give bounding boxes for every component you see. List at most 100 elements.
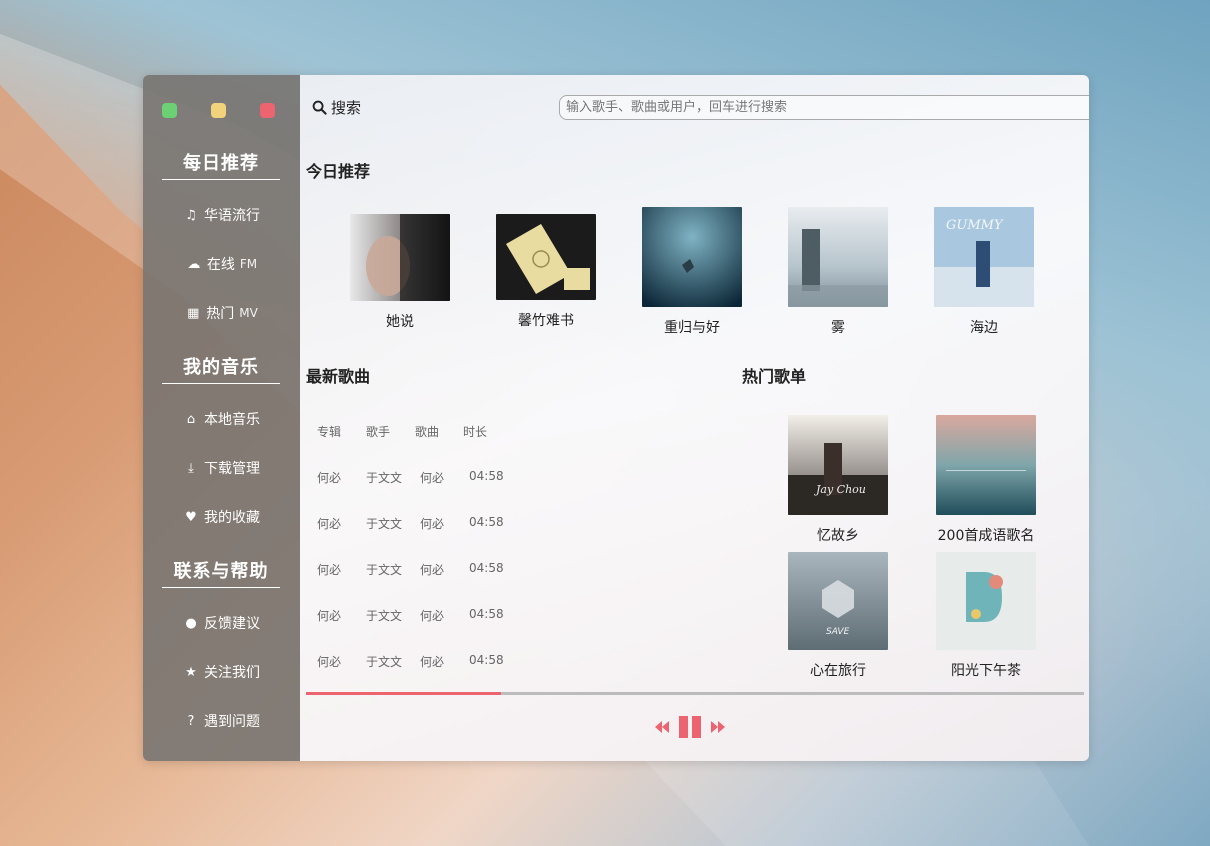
cell-artist: 于文文 [366, 609, 403, 623]
cell-artist: 于文文 [366, 517, 403, 531]
album-cover [642, 207, 742, 307]
sidebar-item-suffix: MV [239, 306, 258, 320]
music-app-window: 每日推荐 ♫ 华语流行 ☁ 在线 FM ▦ 热门 MV 我的音乐 ⌂ 本地音乐 … [143, 75, 1089, 761]
search-label-text: 搜索 [331, 99, 362, 117]
cell-album: 何必 [317, 471, 342, 485]
window-controls [162, 103, 275, 118]
player-controls [655, 716, 725, 738]
album-card[interactable]: GUMMY 海边 [934, 207, 1034, 337]
main-content: 搜索 今日推荐 她说 馨竹难书 [300, 75, 1089, 761]
playlist-name: 200首成语歌名 [937, 528, 1035, 544]
sidebar-item-label: 反馈建议 [204, 616, 260, 632]
comment-icon: ● [185, 615, 197, 631]
sidebar-item-online-fm[interactable]: ☁ 在线 FM [143, 254, 300, 274]
rewind-icon[interactable] [655, 721, 669, 733]
minimize-button[interactable] [211, 103, 226, 118]
sidebar-item-feedback[interactable]: ● 反馈建议 [143, 613, 300, 633]
sidebar-item-local-music[interactable]: ⌂ 本地音乐 [143, 409, 300, 429]
album-cover: GUMMY [934, 207, 1034, 307]
sidebar-item-label: 我的收藏 [204, 510, 260, 526]
cell-album: 何必 [317, 609, 342, 623]
fast-forward-icon[interactable] [711, 721, 725, 733]
cell-song: 何必 [420, 655, 445, 669]
cell-song: 何必 [420, 471, 445, 485]
sidebar-item-problems[interactable]: ? 遇到问题 [143, 711, 300, 731]
search-icon [312, 100, 327, 115]
cell-song: 何必 [420, 563, 445, 577]
heart-icon: ♥ [185, 509, 197, 525]
sidebar-item-downloads[interactable]: ⤓ 下载管理 [143, 458, 300, 478]
playlist-cover: SAVE [788, 552, 888, 650]
playback-progress-fill [306, 692, 501, 695]
album-name: 重归与好 [664, 320, 720, 336]
album-name: 馨竹难书 [518, 313, 574, 329]
sidebar: 每日推荐 ♫ 华语流行 ☁ 在线 FM ▦ 热门 MV 我的音乐 ⌂ 本地音乐 … [143, 75, 300, 761]
sidebar-item-hot-mv[interactable]: ▦ 热门 MV [143, 303, 300, 323]
section-title-my-music: 我的音乐 [162, 353, 280, 384]
hot-playlists-title: 热门歌单 [742, 367, 807, 386]
playlist-name: 忆故乡 [817, 528, 859, 544]
cell-duration: 04:58 [469, 653, 504, 667]
album-cover [350, 214, 450, 301]
playlist-card[interactable]: SAVE 心在旅行 [788, 552, 888, 680]
album-name: 她说 [386, 314, 414, 330]
svg-text:SAVE: SAVE [826, 627, 850, 637]
album-card[interactable]: 雾 [788, 207, 888, 337]
playlist-name: 阳光下午茶 [951, 663, 1021, 679]
album-card[interactable]: 重归与好 [642, 207, 742, 337]
section-title-daily: 每日推荐 [162, 149, 280, 180]
playlist-card[interactable]: 阳光下午茶 [936, 552, 1036, 680]
search-label[interactable]: 搜索 [312, 97, 361, 118]
cell-duration: 04:58 [469, 515, 504, 529]
sidebar-item-suffix: FM [239, 257, 258, 271]
playlist-cover [936, 552, 1036, 650]
playback-progress-bar[interactable] [306, 692, 1084, 695]
sidebar-item-favorites[interactable]: ♥ 我的收藏 [143, 507, 300, 527]
today-recommend-title: 今日推荐 [306, 162, 371, 181]
cloud-icon: ☁ [187, 256, 201, 272]
album-name: 雾 [831, 320, 845, 336]
sidebar-item-label: 在线 [206, 257, 235, 273]
download-icon: ⤓ [188, 460, 194, 476]
star-icon: ★ [185, 664, 197, 680]
cell-album: 何必 [317, 655, 342, 669]
album-card[interactable]: 她说 [350, 214, 450, 331]
cell-duration: 04:58 [469, 469, 504, 483]
column-header: 专辑 [317, 425, 342, 439]
sidebar-item-label: 华语流行 [204, 208, 260, 224]
column-header: 歌手 [366, 425, 391, 439]
cell-song: 何必 [420, 517, 445, 531]
cell-duration: 04:58 [469, 561, 504, 575]
svg-text:GUMMY: GUMMY [946, 218, 1004, 233]
sidebar-item-label: 遇到问题 [204, 714, 260, 730]
column-header: 歌曲 [415, 425, 440, 439]
cell-song: 何必 [420, 609, 445, 623]
film-icon: ▦ [187, 305, 200, 321]
sidebar-item-label: 本地音乐 [204, 412, 260, 428]
column-header: 时长 [463, 425, 488, 439]
album-card[interactable]: 馨竹难书 [496, 214, 596, 330]
section-title-help: 联系与帮助 [162, 557, 280, 588]
music-note-icon: ♫ [185, 207, 197, 223]
cell-artist: 于文文 [366, 471, 403, 485]
sidebar-item-follow-us[interactable]: ★ 关注我们 [143, 662, 300, 682]
cell-artist: 于文文 [366, 563, 403, 577]
album-cover [788, 207, 888, 307]
playlist-cover [936, 415, 1036, 515]
svg-text:Jay Chou: Jay Chou [814, 483, 866, 496]
cell-album: 何必 [317, 563, 342, 577]
question-icon: ? [187, 713, 195, 729]
pause-icon[interactable] [679, 716, 701, 738]
sidebar-item-label: 关注我们 [204, 665, 260, 681]
sidebar-item-label: 下载管理 [204, 461, 260, 477]
home-icon: ⌂ [186, 411, 196, 427]
playlist-card[interactable]: 200首成语歌名 [936, 415, 1036, 545]
sidebar-item-label: 热门 [206, 306, 235, 322]
maximize-button[interactable] [162, 103, 177, 118]
album-cover [496, 214, 596, 300]
playlist-card[interactable]: Jay Chou 忆故乡 [788, 415, 888, 545]
search-input[interactable] [559, 95, 1089, 120]
close-button[interactable] [260, 103, 275, 118]
newest-songs-title: 最新歌曲 [306, 367, 371, 386]
sidebar-item-chinese-pop[interactable]: ♫ 华语流行 [143, 205, 300, 225]
